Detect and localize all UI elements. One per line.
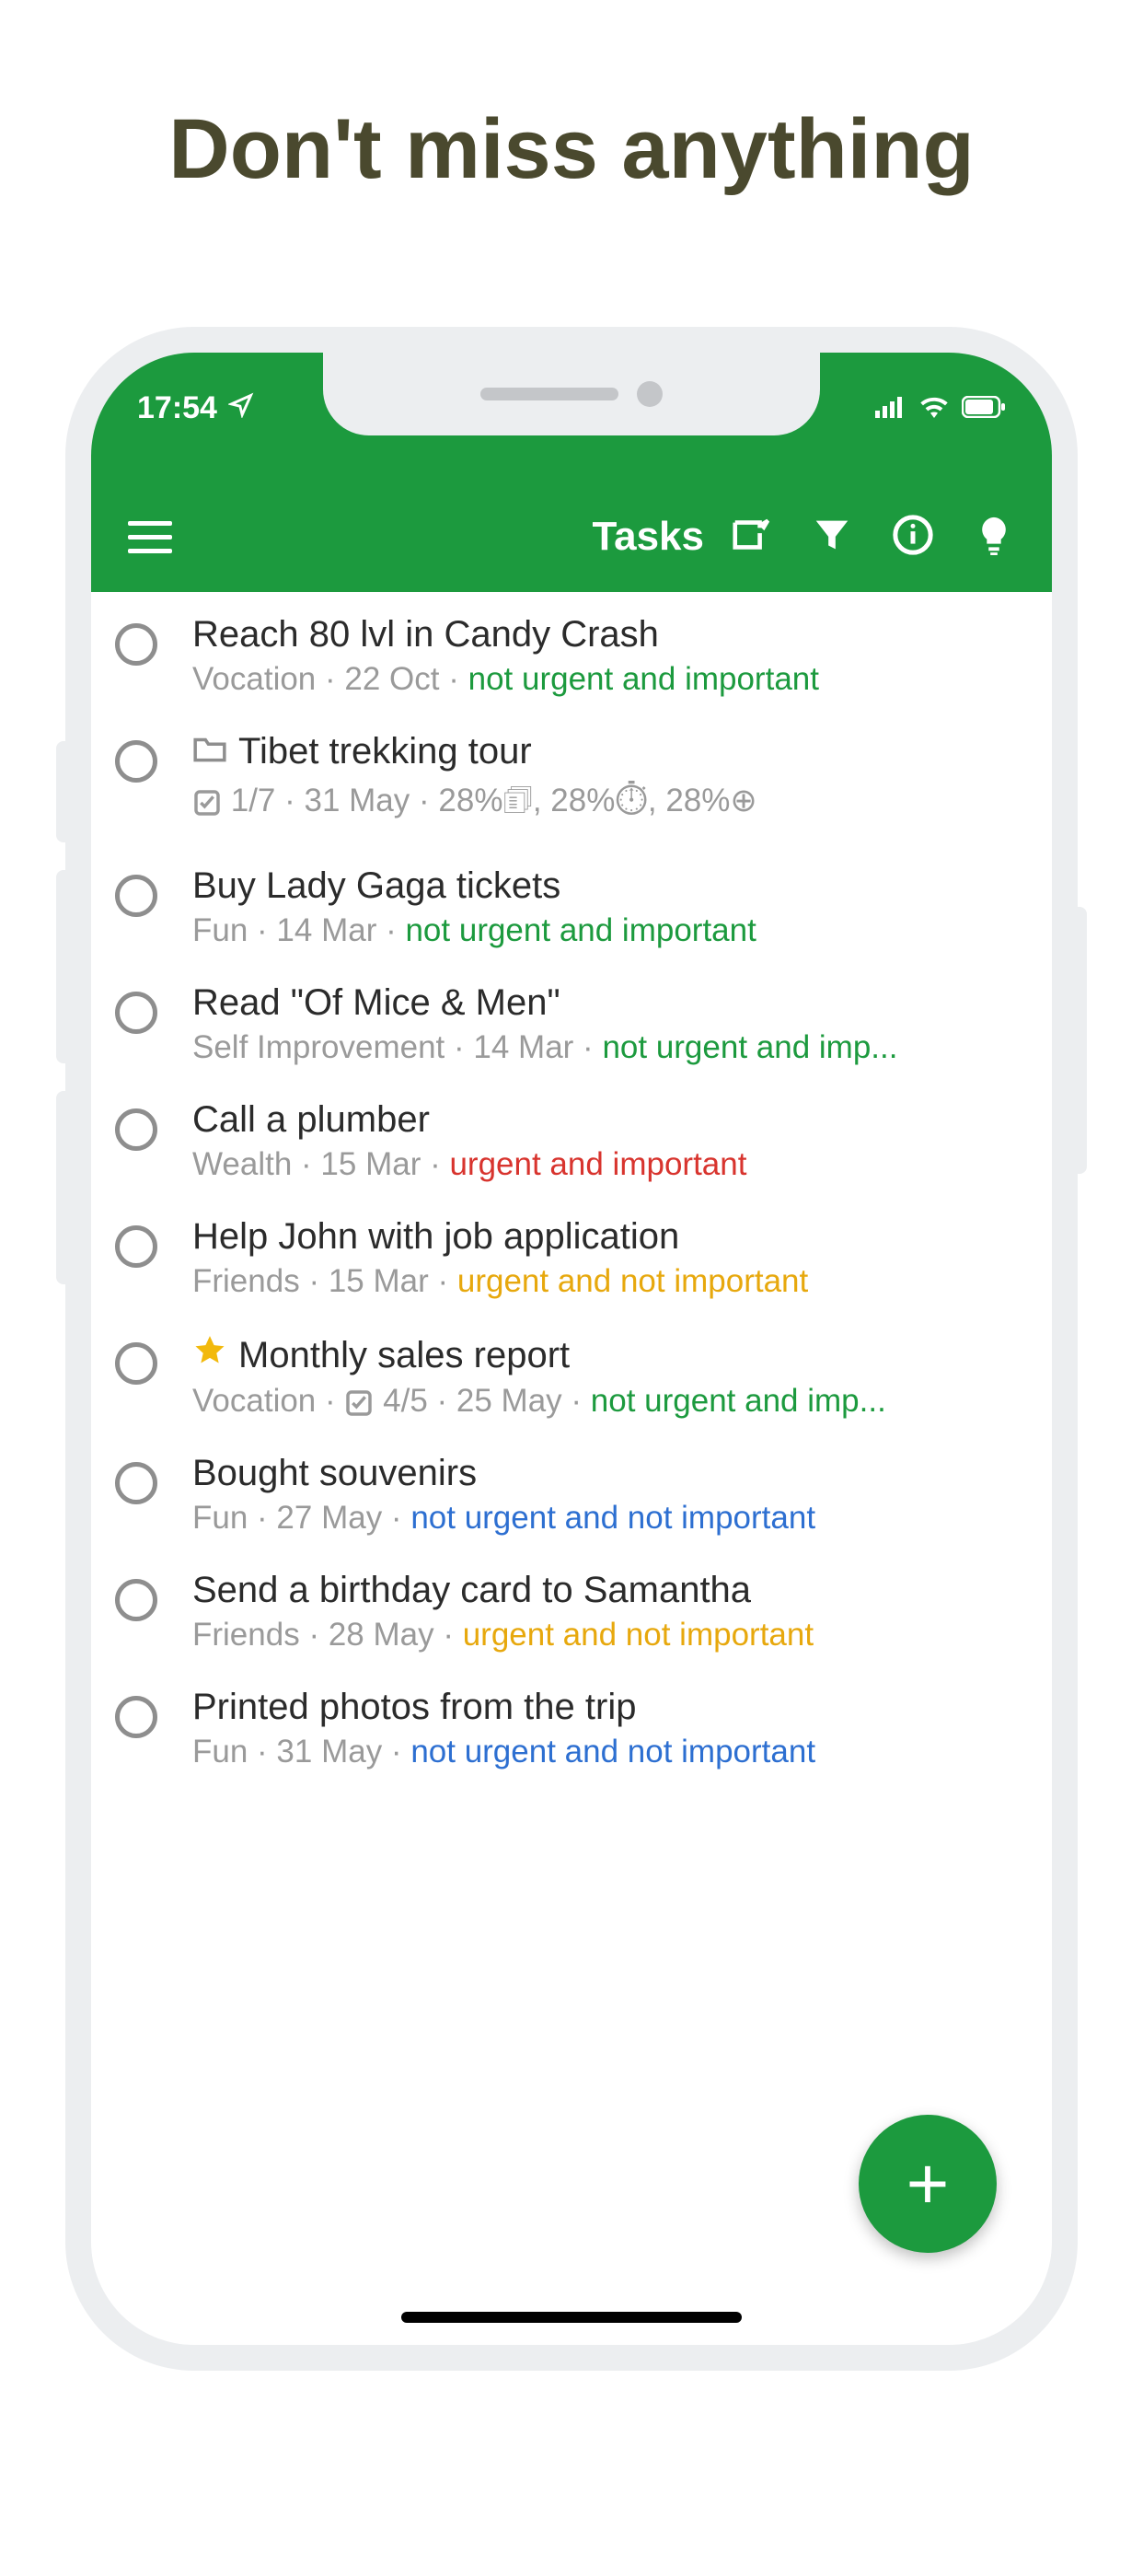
task-meta: Fun31 Maynot urgent and not important [192, 1734, 1024, 1770]
task-checkbox[interactable] [115, 1579, 157, 1621]
location-icon [228, 390, 254, 426]
task-meta: Fun14 Marnot urgent and important [192, 912, 1024, 949]
task-checkbox[interactable] [115, 1462, 157, 1504]
battery-icon [962, 390, 1006, 426]
folder-icon [192, 731, 227, 772]
task-meta: Wealth15 Marurgent and important [192, 1146, 1024, 1183]
task-body: Call a plumber Wealth15 Marurgent and imp… [192, 1099, 1024, 1183]
task-title: Help John with job application [192, 1216, 1024, 1258]
bulb-icon[interactable] [973, 514, 1015, 561]
task-row[interactable]: Bought souvenirs Fun27 Maynot urgent and … [91, 1436, 1052, 1553]
task-meta: Fun27 Maynot urgent and not important [192, 1500, 1024, 1537]
task-row[interactable]: Help John with job application Friends15 … [91, 1200, 1052, 1317]
task-title: Call a plumber [192, 1099, 1024, 1141]
task-row[interactable]: Printed photos from the trip Fun31 Maynot… [91, 1670, 1052, 1787]
task-checkbox[interactable] [115, 1108, 157, 1151]
task-title: Reach 80 lvl in Candy Crash [192, 614, 1024, 656]
phone-frame: 17:54 [65, 327, 1078, 2371]
phone-speaker [480, 388, 618, 400]
task-body: Buy Lady Gaga tickets Fun14 Marnot urgent… [192, 865, 1024, 949]
task-meta: Friends15 Marurgent and not important [192, 1263, 1024, 1300]
task-checkbox[interactable] [115, 875, 157, 917]
task-meta: Vocation 4/525 Maynot urgent and imp... [192, 1383, 1024, 1420]
task-row[interactable]: Buy Lady Gaga tickets Fun14 Marnot urgent… [91, 849, 1052, 966]
task-body: Send a birthday card to Samantha Friends2… [192, 1570, 1024, 1654]
task-meta: Self Improvement14 Marnot urgent and imp… [192, 1029, 1024, 1066]
phone-screen: 17:54 [91, 353, 1052, 2345]
toolbar-title: Tasks [593, 514, 705, 560]
task-checkbox[interactable] [115, 623, 157, 666]
phone-power-button [1074, 907, 1087, 1174]
task-body: Read "Of Mice & Men" Self Improvement14 M… [192, 982, 1024, 1066]
task-checkbox[interactable] [115, 1342, 157, 1385]
add-task-fab[interactable]: + [859, 2115, 997, 2253]
task-row[interactable]: Monthly sales report Vocation 4/525 Mayno… [91, 1317, 1052, 1436]
phone-volume-down [56, 1091, 69, 1284]
task-body: Bought souvenirs Fun27 Maynot urgent and … [192, 1453, 1024, 1537]
menu-button[interactable] [128, 521, 172, 553]
task-checkbox[interactable] [115, 1696, 157, 1738]
new-task-icon[interactable] [730, 514, 772, 561]
task-title: Send a birthday card to Samantha [192, 1570, 1024, 1611]
task-title: Tibet trekking tour [192, 731, 1024, 772]
task-title: Printed photos from the trip [192, 1687, 1024, 1728]
star-icon [192, 1333, 227, 1377]
phone-notch [323, 353, 820, 435]
info-icon[interactable] [892, 514, 934, 561]
toolbar: Tasks [91, 482, 1052, 592]
task-checkbox[interactable] [115, 740, 157, 783]
task-body: Printed photos from the trip Fun31 Maynot… [192, 1687, 1024, 1770]
checklist-icon [344, 1388, 374, 1418]
task-title: Buy Lady Gaga tickets [192, 865, 1024, 907]
task-meta: 1/731 May28%🗊, 28%⏱, 28%⊕ [192, 778, 1024, 832]
task-title: Monthly sales report [192, 1333, 1024, 1377]
marketing-headline: Don't miss anything [0, 101, 1143, 198]
phone-side-button [56, 741, 69, 842]
task-row[interactable]: Tibet trekking tour 1/731 May28%🗊, 28%⏱,… [91, 714, 1052, 849]
task-title: Read "Of Mice & Men" [192, 982, 1024, 1024]
status-time: 17:54 [137, 390, 217, 426]
task-row[interactable]: Reach 80 lvl in Candy Crash Vocation22 Oc… [91, 598, 1052, 714]
task-meta: Vocation22 Octnot urgent and important [192, 661, 1024, 698]
checklist-icon [192, 788, 222, 818]
task-list[interactable]: Reach 80 lvl in Candy Crash Vocation22 Oc… [91, 592, 1052, 1787]
task-row[interactable]: Send a birthday card to Samantha Friends2… [91, 1553, 1052, 1670]
task-row[interactable]: Call a plumber Wealth15 Marurgent and imp… [91, 1083, 1052, 1200]
task-title: Bought souvenirs [192, 1453, 1024, 1494]
home-indicator [401, 2312, 742, 2323]
filter-icon[interactable] [811, 514, 853, 561]
task-checkbox[interactable] [115, 1225, 157, 1268]
cellular-signal-icon [875, 390, 906, 426]
task-body: Monthly sales report Vocation 4/525 Mayno… [192, 1333, 1024, 1420]
task-meta: Friends28 Mayurgent and not important [192, 1617, 1024, 1654]
phone-camera [637, 381, 663, 407]
task-checkbox[interactable] [115, 992, 157, 1034]
task-body: Help John with job application Friends15 … [192, 1216, 1024, 1300]
task-body: Tibet trekking tour 1/731 May28%🗊, 28%⏱,… [192, 731, 1024, 832]
wifi-icon [919, 390, 949, 426]
phone-volume-up [56, 870, 69, 1063]
task-body: Reach 80 lvl in Candy Crash Vocation22 Oc… [192, 614, 1024, 698]
task-row[interactable]: Read "Of Mice & Men" Self Improvement14 M… [91, 966, 1052, 1083]
